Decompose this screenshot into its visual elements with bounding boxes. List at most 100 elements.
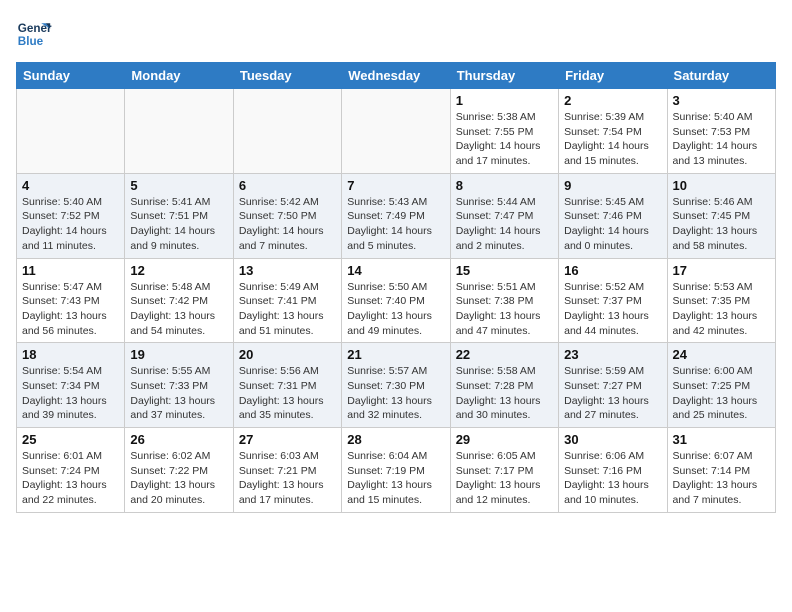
day-number: 9 [564, 178, 661, 193]
day-info: Sunrise: 5:51 AMSunset: 7:38 PMDaylight:… [456, 280, 553, 339]
calendar-cell: 14 Sunrise: 5:50 AMSunset: 7:40 PMDayligh… [342, 258, 450, 343]
day-info: Sunrise: 5:44 AMSunset: 7:47 PMDaylight:… [456, 195, 553, 254]
calendar-header-saturday: Saturday [667, 63, 775, 89]
day-info: Sunrise: 5:55 AMSunset: 7:33 PMDaylight:… [130, 364, 227, 423]
day-number: 8 [456, 178, 553, 193]
day-number: 21 [347, 347, 444, 362]
calendar-header-tuesday: Tuesday [233, 63, 341, 89]
calendar-cell: 15 Sunrise: 5:51 AMSunset: 7:38 PMDayligh… [450, 258, 558, 343]
day-number: 12 [130, 263, 227, 278]
calendar-cell: 23 Sunrise: 5:59 AMSunset: 7:27 PMDayligh… [559, 343, 667, 428]
day-number: 3 [673, 93, 770, 108]
day-info: Sunrise: 5:40 AMSunset: 7:52 PMDaylight:… [22, 195, 119, 254]
day-info: Sunrise: 5:58 AMSunset: 7:28 PMDaylight:… [456, 364, 553, 423]
calendar-cell [17, 89, 125, 174]
calendar-week-row: 11 Sunrise: 5:47 AMSunset: 7:43 PMDayligh… [17, 258, 776, 343]
day-number: 31 [673, 432, 770, 447]
calendar-cell: 2Sunrise: 5:39 AMSunset: 7:54 PMDaylight… [559, 89, 667, 174]
calendar-cell: 24 Sunrise: 6:00 AMSunset: 7:25 PMDayligh… [667, 343, 775, 428]
calendar-cell: 30 Sunrise: 6:06 AMSunset: 7:16 PMDayligh… [559, 428, 667, 513]
calendar-week-row: 25Sunrise: 6:01 AMSunset: 7:24 PMDayligh… [17, 428, 776, 513]
day-number: 1 [456, 93, 553, 108]
day-number: 14 [347, 263, 444, 278]
day-info: Sunrise: 5:46 AMSunset: 7:45 PMDaylight:… [673, 195, 770, 254]
day-info: Sunrise: 5:50 AMSunset: 7:40 PMDaylight:… [347, 280, 444, 339]
day-info: Sunrise: 5:45 AMSunset: 7:46 PMDaylight:… [564, 195, 661, 254]
day-number: 7 [347, 178, 444, 193]
day-number: 30 [564, 432, 661, 447]
day-number: 27 [239, 432, 336, 447]
calendar-cell [342, 89, 450, 174]
calendar-cell: 22 Sunrise: 5:58 AMSunset: 7:28 PMDayligh… [450, 343, 558, 428]
day-number: 28 [347, 432, 444, 447]
day-number: 25 [22, 432, 119, 447]
day-number: 26 [130, 432, 227, 447]
calendar-cell: 17 Sunrise: 5:53 AMSunset: 7:35 PMDayligh… [667, 258, 775, 343]
day-info: Sunrise: 5:40 AMSunset: 7:53 PMDaylight:… [673, 110, 770, 169]
calendar-cell: 29 Sunrise: 6:05 AMSunset: 7:17 PMDayligh… [450, 428, 558, 513]
day-number: 18 [22, 347, 119, 362]
calendar-header-row: SundayMondayTuesdayWednesdayThursdayFrid… [17, 63, 776, 89]
day-info: Sunrise: 5:43 AMSunset: 7:49 PMDaylight:… [347, 195, 444, 254]
page-header: General Blue [16, 16, 776, 52]
day-info: Sunrise: 6:05 AMSunset: 7:17 PMDaylight:… [456, 449, 553, 508]
calendar-week-row: 18 Sunrise: 5:54 AMSunset: 7:34 PMDayligh… [17, 343, 776, 428]
day-info: Sunrise: 5:57 AMSunset: 7:30 PMDaylight:… [347, 364, 444, 423]
day-info: Sunrise: 5:42 AMSunset: 7:50 PMDaylight:… [239, 195, 336, 254]
day-number: 22 [456, 347, 553, 362]
day-number: 6 [239, 178, 336, 193]
calendar-header-sunday: Sunday [17, 63, 125, 89]
calendar-cell: 6 Sunrise: 5:42 AMSunset: 7:50 PMDaylight… [233, 173, 341, 258]
day-info: Sunrise: 6:03 AMSunset: 7:21 PMDaylight:… [239, 449, 336, 508]
calendar-cell: 3 Sunrise: 5:40 AMSunset: 7:53 PMDaylight… [667, 89, 775, 174]
logo: General Blue [16, 16, 56, 52]
calendar-header-wednesday: Wednesday [342, 63, 450, 89]
day-info: Sunrise: 5:41 AMSunset: 7:51 PMDaylight:… [130, 195, 227, 254]
calendar-cell: 28 Sunrise: 6:04 AMSunset: 7:19 PMDayligh… [342, 428, 450, 513]
svg-text:Blue: Blue [18, 35, 44, 48]
calendar-cell: 4 Sunrise: 5:40 AMSunset: 7:52 PMDaylight… [17, 173, 125, 258]
calendar-cell: 13 Sunrise: 5:49 AMSunset: 7:41 PMDayligh… [233, 258, 341, 343]
day-number: 15 [456, 263, 553, 278]
calendar-cell: 20Sunrise: 5:56 AMSunset: 7:31 PMDayligh… [233, 343, 341, 428]
day-info: Sunrise: 5:54 AMSunset: 7:34 PMDaylight:… [22, 364, 119, 423]
day-number: 29 [456, 432, 553, 447]
calendar-cell: 7 Sunrise: 5:43 AMSunset: 7:49 PMDaylight… [342, 173, 450, 258]
calendar-header-monday: Monday [125, 63, 233, 89]
day-number: 17 [673, 263, 770, 278]
day-info: Sunrise: 5:59 AMSunset: 7:27 PMDaylight:… [564, 364, 661, 423]
calendar-cell: 9 Sunrise: 5:45 AMSunset: 7:46 PMDaylight… [559, 173, 667, 258]
day-number: 5 [130, 178, 227, 193]
calendar-cell: 1Sunrise: 5:38 AMSunset: 7:55 PMDaylight… [450, 89, 558, 174]
calendar-cell: 26 Sunrise: 6:02 AMSunset: 7:22 PMDayligh… [125, 428, 233, 513]
day-info: Sunrise: 6:00 AMSunset: 7:25 PMDaylight:… [673, 364, 770, 423]
logo-icon: General Blue [16, 16, 52, 52]
day-number: 11 [22, 263, 119, 278]
day-info: Sunrise: 5:47 AMSunset: 7:43 PMDaylight:… [22, 280, 119, 339]
day-info: Sunrise: 5:49 AMSunset: 7:41 PMDaylight:… [239, 280, 336, 339]
calendar-week-row: 1Sunrise: 5:38 AMSunset: 7:55 PMDaylight… [17, 89, 776, 174]
day-number: 20 [239, 347, 336, 362]
day-info: Sunrise: 5:53 AMSunset: 7:35 PMDaylight:… [673, 280, 770, 339]
day-number: 4 [22, 178, 119, 193]
calendar-week-row: 4 Sunrise: 5:40 AMSunset: 7:52 PMDaylight… [17, 173, 776, 258]
calendar-cell: 16Sunrise: 5:52 AMSunset: 7:37 PMDayligh… [559, 258, 667, 343]
calendar-cell: 18 Sunrise: 5:54 AMSunset: 7:34 PMDayligh… [17, 343, 125, 428]
calendar-cell: 27 Sunrise: 6:03 AMSunset: 7:21 PMDayligh… [233, 428, 341, 513]
day-number: 19 [130, 347, 227, 362]
calendar-cell [125, 89, 233, 174]
day-info: Sunrise: 5:48 AMSunset: 7:42 PMDaylight:… [130, 280, 227, 339]
calendar-cell: 5 Sunrise: 5:41 AMSunset: 7:51 PMDaylight… [125, 173, 233, 258]
day-info: Sunrise: 6:04 AMSunset: 7:19 PMDaylight:… [347, 449, 444, 508]
day-number: 23 [564, 347, 661, 362]
day-info: Sunrise: 6:06 AMSunset: 7:16 PMDaylight:… [564, 449, 661, 508]
day-number: 24 [673, 347, 770, 362]
calendar-cell [233, 89, 341, 174]
calendar-cell: 21 Sunrise: 5:57 AMSunset: 7:30 PMDayligh… [342, 343, 450, 428]
calendar-cell: 25Sunrise: 6:01 AMSunset: 7:24 PMDayligh… [17, 428, 125, 513]
calendar-cell: 31Sunrise: 6:07 AMSunset: 7:14 PMDayligh… [667, 428, 775, 513]
day-info: Sunrise: 6:02 AMSunset: 7:22 PMDaylight:… [130, 449, 227, 508]
day-info: Sunrise: 5:39 AMSunset: 7:54 PMDaylight:… [564, 110, 661, 169]
calendar-cell: 8 Sunrise: 5:44 AMSunset: 7:47 PMDaylight… [450, 173, 558, 258]
day-number: 13 [239, 263, 336, 278]
